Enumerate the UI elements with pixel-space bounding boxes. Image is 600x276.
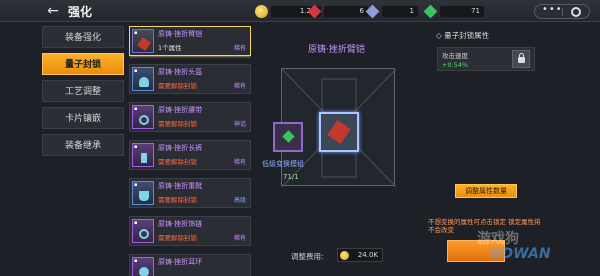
material-count: 71/1 xyxy=(283,173,299,181)
miniprogram-capsule: ••• xyxy=(534,4,590,19)
equipment-thumb: ▪ xyxy=(132,105,154,129)
close-circle-icon[interactable] xyxy=(571,7,581,17)
menu-item-quantum-lock[interactable]: 量子封锁 xyxy=(42,53,124,75)
pants-icon xyxy=(141,153,147,163)
equipment-thumb: ▪ xyxy=(132,67,154,91)
selected-item-title: 原铸·挫折臂铠 xyxy=(308,45,365,55)
menu-item-craft-adjust[interactable]: 工艺调整 xyxy=(42,80,124,102)
adjust-attr-count-button[interactable]: 调整属性数量 xyxy=(455,184,517,198)
list-item[interactable]: ▪ 原铸·挫折长裤 需要解除封锁 稀有 xyxy=(129,140,251,170)
green-value: 71 xyxy=(440,6,484,17)
equipment-slot[interactable] xyxy=(319,112,359,152)
green-cube-icon xyxy=(423,4,438,19)
top-bar: ← 强化 1.2M 6 1 71 ••• xyxy=(0,0,600,22)
item-name: 原铸·挫折腰带 xyxy=(158,106,203,114)
red-value: 6 xyxy=(324,6,368,17)
item-rarity: 高级 xyxy=(233,197,246,204)
item-sub: 需要解除封锁 xyxy=(158,82,197,90)
equipment-thumb: ▪ xyxy=(132,143,154,167)
item-rarity: 稀有 xyxy=(233,159,246,166)
equipment-thumb: ▪ xyxy=(132,219,154,243)
list-item[interactable]: ▪ 原铸·挫折重靴 需要解除封锁 高级 xyxy=(129,178,251,208)
equipment-thumb: ▪ xyxy=(132,181,154,205)
quantum-tag-icon: ▪ xyxy=(134,144,138,150)
watermark-logo: 游戏狗 xyxy=(477,231,519,247)
lock-icon xyxy=(518,53,525,63)
item-name: 原铸·挫折重靴 xyxy=(158,182,203,190)
item-rarity: 稀有 xyxy=(233,235,246,242)
item-rarity: 稀有 xyxy=(233,83,246,90)
item-name: 原铸·挫折头盔 xyxy=(158,68,203,76)
more-icon[interactable]: ••• xyxy=(542,4,563,15)
item-rarity: 神话 xyxy=(233,121,246,128)
item-sub: 需要解除封锁 xyxy=(158,234,197,242)
helmet-icon xyxy=(139,77,149,87)
list-item[interactable]: ▪ 原铸·挫折头盔 需要解除封锁 稀有 xyxy=(129,64,251,94)
boots-icon xyxy=(139,191,149,201)
quantum-tag-icon: ▪ xyxy=(134,30,138,36)
menu-item-equip-enhance[interactable]: 装备强化 xyxy=(42,26,124,48)
arm-guard-icon xyxy=(327,120,351,144)
list-item[interactable]: ▪ 原铸·挫折耳环 xyxy=(129,254,251,276)
lock-attribute-button[interactable] xyxy=(512,50,530,68)
equipment-thumb: ▪ xyxy=(132,257,154,276)
lock-attr-heading: ◇ 量子封锁属性 xyxy=(436,31,490,40)
attr-value: +0.54% xyxy=(442,61,469,69)
item-sub: 需要解除封锁 xyxy=(158,196,197,204)
list-item[interactable]: ▪ 原铸·挫折臂铠 1个属性 稀有 xyxy=(129,26,251,56)
equipment-thumb: ▪ xyxy=(132,29,154,53)
green-cube-icon xyxy=(282,130,295,143)
coin-icon xyxy=(340,251,349,260)
list-item[interactable]: ▪ 原铸·挫折饰链 需要解除封锁 稀有 xyxy=(129,216,251,246)
necklace-icon xyxy=(139,229,149,239)
arm-guard-icon xyxy=(137,37,151,51)
cost-label: 调整费用: xyxy=(291,252,324,261)
blue-value: 1 xyxy=(382,6,418,17)
capsule-divider xyxy=(562,8,563,16)
earring-icon xyxy=(139,267,149,276)
belt-icon xyxy=(139,115,149,125)
quantum-tag-icon: ▪ xyxy=(134,106,138,112)
back-arrow-icon[interactable]: ← xyxy=(44,3,62,19)
attr-name: 攻击速度 xyxy=(442,52,468,60)
quantum-tag-icon: ▪ xyxy=(134,68,138,74)
item-sub: 1个属性 xyxy=(158,44,182,52)
equipment-list: ▪ 原铸·挫折臂铠 1个属性 稀有 ▪ 原铸·挫折头盔 需要解除封锁 稀有 ▪ … xyxy=(129,26,251,276)
watermark-logo-latin: GDWAN xyxy=(490,246,551,262)
quantum-tag-icon: ▪ xyxy=(134,220,138,226)
cost-box: 24.0K xyxy=(337,248,383,262)
item-sub: 需要解除封锁 xyxy=(158,158,197,166)
menu-item-card-inlay[interactable]: 卡片镶嵌 xyxy=(42,107,124,129)
item-rarity: 稀有 xyxy=(233,45,246,52)
item-name: 原铸·挫折长裤 xyxy=(158,144,203,152)
item-name: 原铸·挫折饰链 xyxy=(158,220,203,228)
side-menu: 装备强化 量子封锁 工艺调整 卡片镶嵌 装备继承 xyxy=(42,26,124,161)
menu-item-equip-inherit[interactable]: 装备继承 xyxy=(42,134,124,156)
item-name: 原铸·挫折臂铠 xyxy=(158,30,203,38)
page-title: 强化 xyxy=(68,5,93,19)
quantum-tag-icon: ▪ xyxy=(134,258,138,264)
item-name: 原铸·挫折耳环 xyxy=(158,258,203,266)
item-sub: 需要解除封锁 xyxy=(158,120,197,128)
list-item[interactable]: ▪ 原铸·挫折腰带 需要解除封锁 神话 xyxy=(129,102,251,132)
quantum-tag-icon: ▪ xyxy=(134,182,138,188)
material-slot[interactable] xyxy=(273,122,303,152)
material-label: 低级变换模组 xyxy=(262,160,304,168)
coin-plus-icon[interactable] xyxy=(255,5,268,18)
cost-value: 24.0K xyxy=(357,251,378,259)
